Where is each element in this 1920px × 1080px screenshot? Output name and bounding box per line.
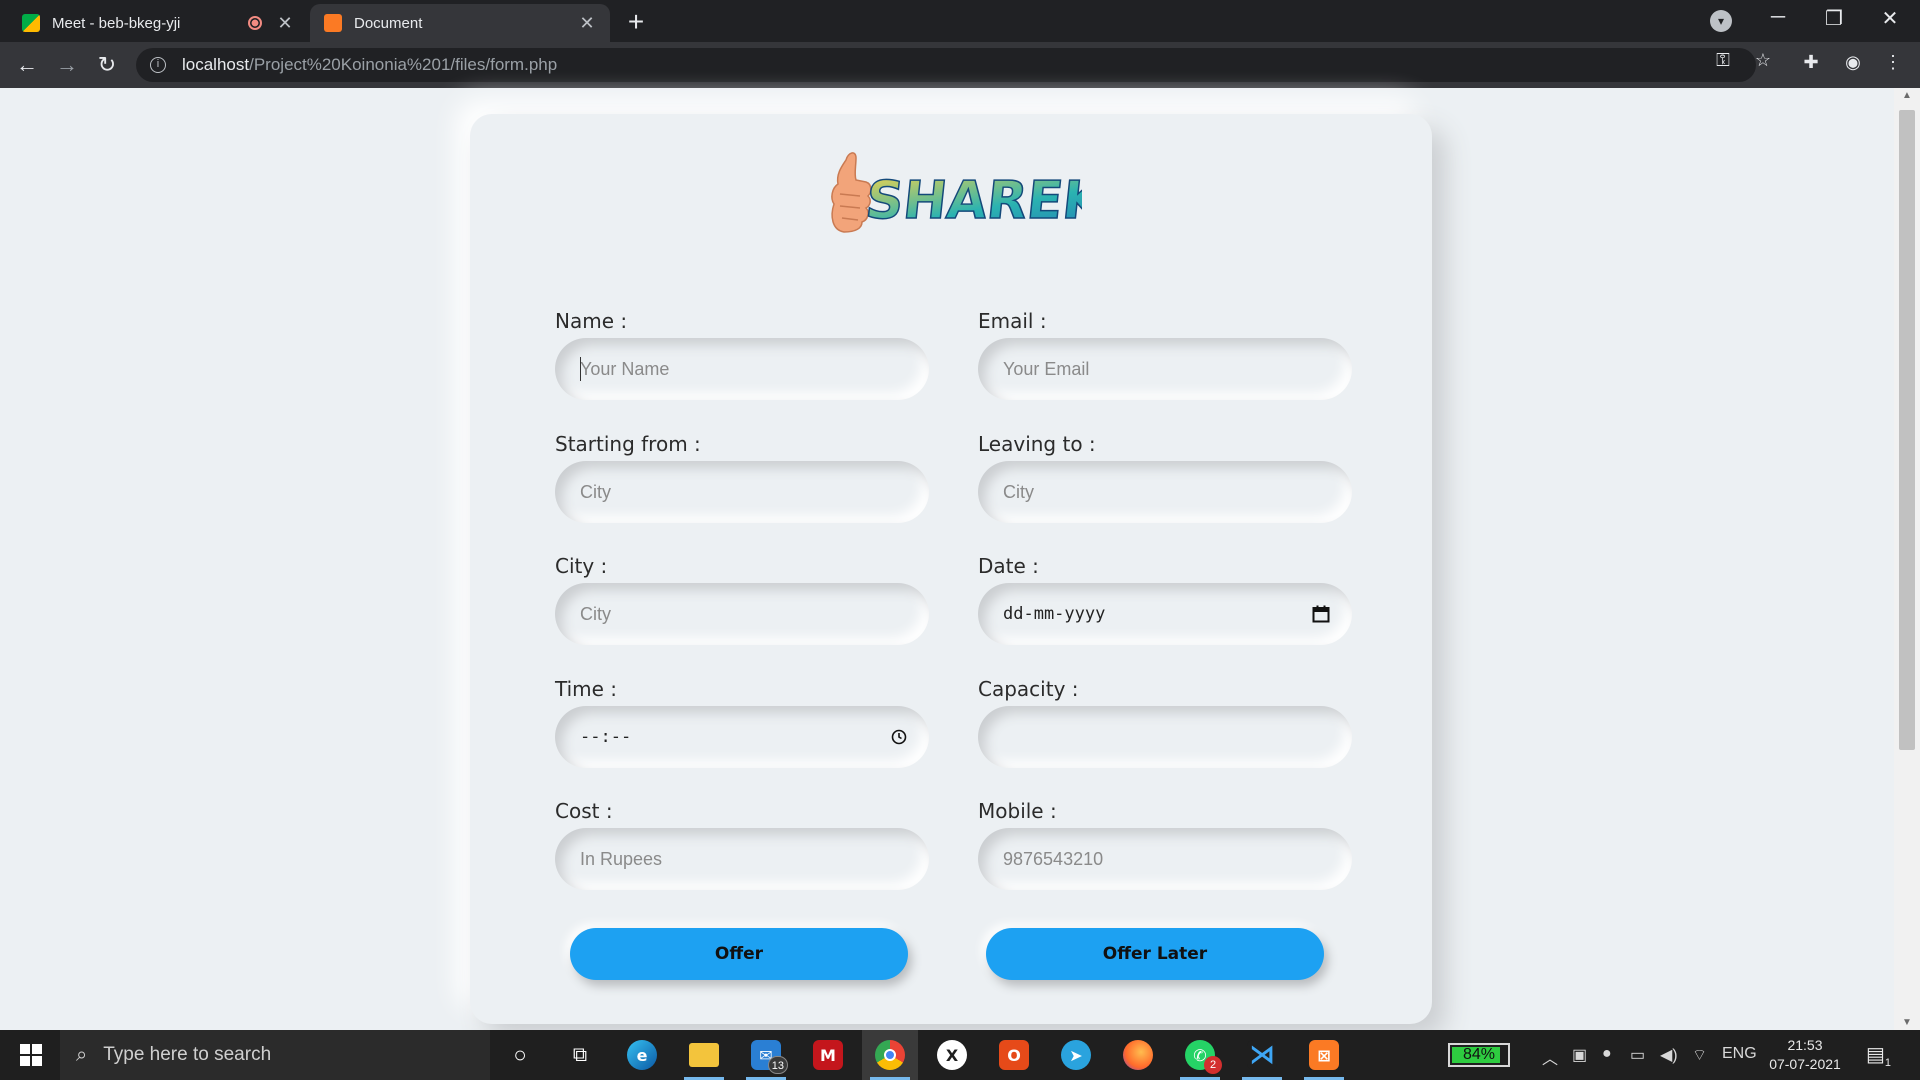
google-meet-icon <box>22 14 40 32</box>
date-input[interactable]: dd-mm-yyyy <box>978 583 1352 645</box>
time-value: --:-- <box>580 727 632 747</box>
key-icon[interactable]: ⚿ <box>1710 50 1736 71</box>
text-cursor <box>580 357 581 381</box>
close-tab-icon[interactable]: ✕ <box>276 13 294 34</box>
vscode-icon[interactable]: ⋊ <box>1234 1030 1290 1080</box>
search-icon: ⌕ <box>76 1043 88 1066</box>
tab-search-icon[interactable]: ▾ <box>1710 10 1732 32</box>
tab-meet[interactable]: Meet - beb-bkeg-yji ✕ <box>8 4 308 42</box>
telegram-icon[interactable]: ➤ <box>1048 1030 1104 1080</box>
clock-date: 07-07-2021 <box>1769 1056 1841 1072</box>
url-path: /Project%20Koinonia%201/files/form.php <box>249 55 558 74</box>
city-label: City : <box>555 554 608 578</box>
power-icon[interactable]: ▭ <box>1630 1045 1645 1065</box>
notification-center-icon[interactable]: ▤1 <box>1866 1042 1891 1069</box>
language-indicator[interactable]: ENG <box>1722 1045 1757 1063</box>
file-explorer-icon[interactable] <box>676 1030 732 1080</box>
site-info-icon[interactable]: i <box>150 57 166 73</box>
mobile-label: Mobile : <box>978 799 1057 823</box>
starting-from-label: Starting from : <box>555 432 701 456</box>
taskbar-search[interactable]: ⌕ Type here to search <box>60 1030 490 1080</box>
battery-indicator[interactable]: 84% <box>1448 1043 1510 1067</box>
xbox-icon[interactable]: X <box>924 1030 980 1080</box>
recording-icon <box>248 16 262 30</box>
close-tab-icon[interactable]: ✕ <box>578 13 596 34</box>
taskbar-clock[interactable]: 21:53 07-07-2021 <box>1762 1036 1848 1074</box>
scroll-up-icon[interactable]: ▲ <box>1894 90 1920 101</box>
xampp-icon <box>324 14 342 32</box>
offer-later-button[interactable]: Offer Later <box>986 928 1324 980</box>
mail-badge: 13 <box>767 1056 788 1074</box>
firefox-icon[interactable] <box>1110 1030 1166 1080</box>
profile-icon[interactable]: ◉ <box>1840 52 1866 73</box>
windows-start-icon[interactable] <box>10 1042 50 1068</box>
mcafee-icon[interactable]: M <box>800 1030 856 1080</box>
date-value: dd-mm-yyyy <box>1003 604 1106 624</box>
starting-from-input[interactable] <box>555 461 929 523</box>
battery-percent: 84% <box>1462 1046 1496 1063</box>
name-label: Name : <box>555 309 628 333</box>
notification-count: 1 <box>1884 1057 1892 1069</box>
cost-input[interactable] <box>555 828 929 890</box>
back-icon[interactable]: ← <box>12 50 42 80</box>
address-bar[interactable]: i localhost/Project%20Koinonia%201/files… <box>136 48 1756 82</box>
calendar-icon[interactable] <box>1312 605 1330 623</box>
cost-label: Cost : <box>555 799 613 823</box>
page-scrollbar[interactable]: ▲ ▼ <box>1894 88 1920 1030</box>
email-label: Email : <box>978 309 1047 333</box>
whatsapp-icon[interactable]: ✆ 2 <box>1172 1030 1228 1080</box>
task-view-icon[interactable]: ⧉ <box>552 1030 608 1080</box>
capacity-input[interactable] <box>978 706 1352 768</box>
url-host: localhost <box>182 55 250 74</box>
new-tab-button[interactable]: + <box>622 6 650 38</box>
email-input[interactable] <box>978 338 1352 400</box>
city-input[interactable] <box>555 583 929 645</box>
microphone-icon[interactable]: ● <box>1602 1045 1612 1063</box>
mobile-input[interactable] <box>978 828 1352 890</box>
sharekar-logo: SHAREKAR <box>831 152 1082 233</box>
wifi-icon[interactable]: ⌔ <box>1692 1045 1707 1065</box>
tab-title: Meet - beb-bkeg-yji <box>52 14 181 32</box>
show-hidden-icons[interactable]: ︿ <box>1542 1045 1558 1069</box>
edge-icon[interactable]: e <box>614 1030 670 1080</box>
leaving-to-label: Leaving to : <box>978 432 1096 456</box>
name-input[interactable] <box>555 338 929 400</box>
extensions-icon[interactable]: ✚ <box>1798 52 1824 73</box>
bookmark-star-icon[interactable]: ☆ <box>1750 50 1776 71</box>
scrollbar-thumb[interactable] <box>1899 110 1915 750</box>
minimize-icon[interactable]: ─ <box>1758 6 1798 29</box>
reload-icon[interactable]: ↻ <box>92 50 122 80</box>
cortana-icon[interactable]: ○ <box>492 1030 548 1080</box>
offer-button[interactable]: Offer <box>570 928 908 980</box>
clock-icon[interactable] <box>891 729 907 745</box>
tab-title: Document <box>354 14 423 32</box>
date-label: Date : <box>978 554 1039 578</box>
xampp-icon[interactable]: ⊠ <box>1296 1030 1352 1080</box>
offer-ride-form: SHAREKAR Name : Email : Starting from : … <box>470 114 1432 1024</box>
tab-document[interactable]: Document ✕ <box>310 4 610 42</box>
restore-icon[interactable]: ❐ <box>1814 6 1854 31</box>
meet-now-icon[interactable]: ▣ <box>1572 1045 1587 1065</box>
windows-taskbar: ⌕ Type here to search ○ ⧉ e ✉ 13 M X O ➤… <box>0 1030 1920 1080</box>
office-icon[interactable]: O <box>986 1030 1042 1080</box>
close-window-icon[interactable]: ✕ <box>1870 6 1910 31</box>
chrome-icon[interactable] <box>862 1030 918 1080</box>
browser-tabstrip: Meet - beb-bkeg-yji ✕ Document ✕ + ▾ ─ ❐… <box>0 0 1920 42</box>
scroll-down-icon[interactable]: ▼ <box>1894 1017 1920 1028</box>
volume-icon[interactable]: ◀) <box>1660 1045 1678 1065</box>
forward-icon[interactable]: → <box>52 50 82 80</box>
capacity-label: Capacity : <box>978 677 1079 701</box>
browser-toolbar: ← → ↻ i localhost/Project%20Koinonia%201… <box>0 42 1920 88</box>
logo-text: SHAREKAR <box>863 171 1082 231</box>
search-placeholder: Type here to search <box>103 1044 272 1065</box>
whatsapp-badge: 2 <box>1204 1056 1222 1074</box>
leaving-to-input[interactable] <box>978 461 1352 523</box>
mail-icon[interactable]: ✉ 13 <box>738 1030 794 1080</box>
menu-icon[interactable]: ⋮ <box>1880 52 1906 73</box>
time-label: Time : <box>555 677 618 701</box>
clock-time: 21:53 <box>1787 1037 1823 1053</box>
time-input[interactable]: --:-- <box>555 706 929 768</box>
